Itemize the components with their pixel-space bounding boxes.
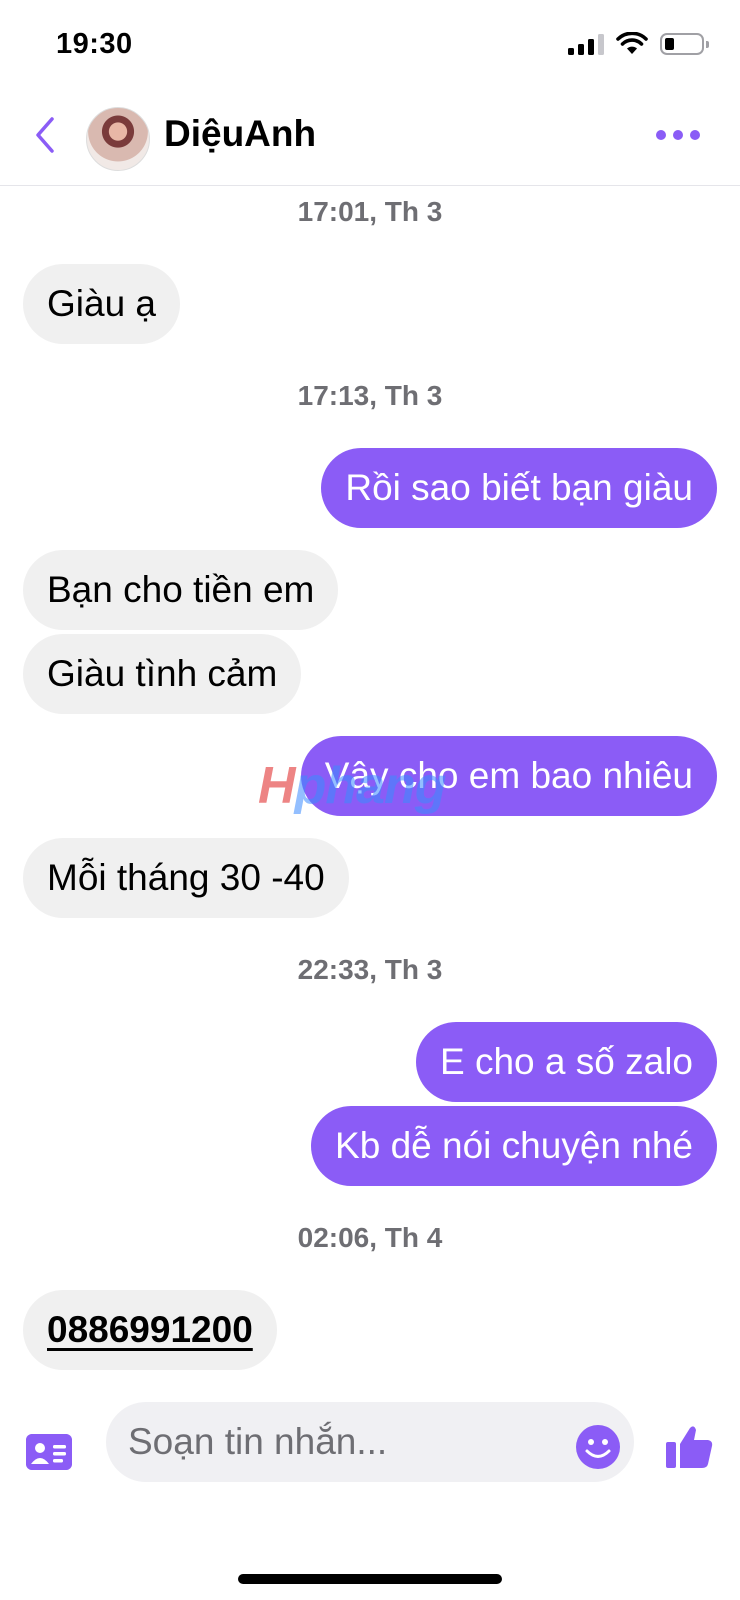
outgoing-message[interactable]: Kb dễ nói chuyện nhé (311, 1106, 717, 1186)
cellular-signal-icon (568, 33, 604, 55)
incoming-message[interactable]: Mỗi tháng 30 -40 (23, 838, 349, 918)
contact-card-icon[interactable] (26, 1434, 72, 1470)
outgoing-message[interactable]: Rồi sao biết bạn giàu (321, 448, 717, 528)
message-timestamp: 17:01, Th 3 (297, 196, 443, 227)
contact-name[interactable]: DiệuAnh (164, 113, 316, 155)
phone-number-link[interactable]: 0886991200 (47, 1309, 253, 1351)
emoji-icon[interactable] (575, 1424, 621, 1470)
message-timestamp: 17:13, Th 3 (297, 380, 443, 411)
home-indicator[interactable] (238, 1574, 502, 1584)
incoming-message[interactable]: Giàu tình cảm (23, 634, 302, 714)
outgoing-message[interactable]: Vậy cho em bao nhiêu (300, 736, 717, 816)
chat-header: DiệuAnh (0, 95, 740, 186)
watermark-part1: H (258, 757, 296, 815)
more-options-icon[interactable] (656, 130, 700, 140)
battery-icon (660, 33, 709, 55)
message-composer (0, 1400, 740, 1510)
message-input[interactable] (106, 1402, 634, 1482)
contact-avatar[interactable] (86, 107, 150, 171)
incoming-message[interactable]: Giàu ạ (23, 264, 181, 344)
incoming-message-phone-link[interactable]: 0886991200 (23, 1290, 277, 1370)
status-icons (568, 32, 709, 56)
back-chevron-icon[interactable] (30, 115, 60, 155)
incoming-message[interactable]: Bạn cho tiền em (23, 550, 339, 630)
outgoing-message[interactable]: E cho a số zalo (416, 1022, 717, 1102)
message-timestamp: 22:33, Th 3 (297, 954, 443, 985)
status-bar: 19:30 (0, 0, 740, 95)
message-timestamp: 02:06, Th 4 (297, 1222, 443, 1253)
wifi-icon (616, 32, 648, 54)
thumbs-up-icon[interactable] (664, 1422, 714, 1472)
status-time: 19:30 (56, 28, 133, 60)
